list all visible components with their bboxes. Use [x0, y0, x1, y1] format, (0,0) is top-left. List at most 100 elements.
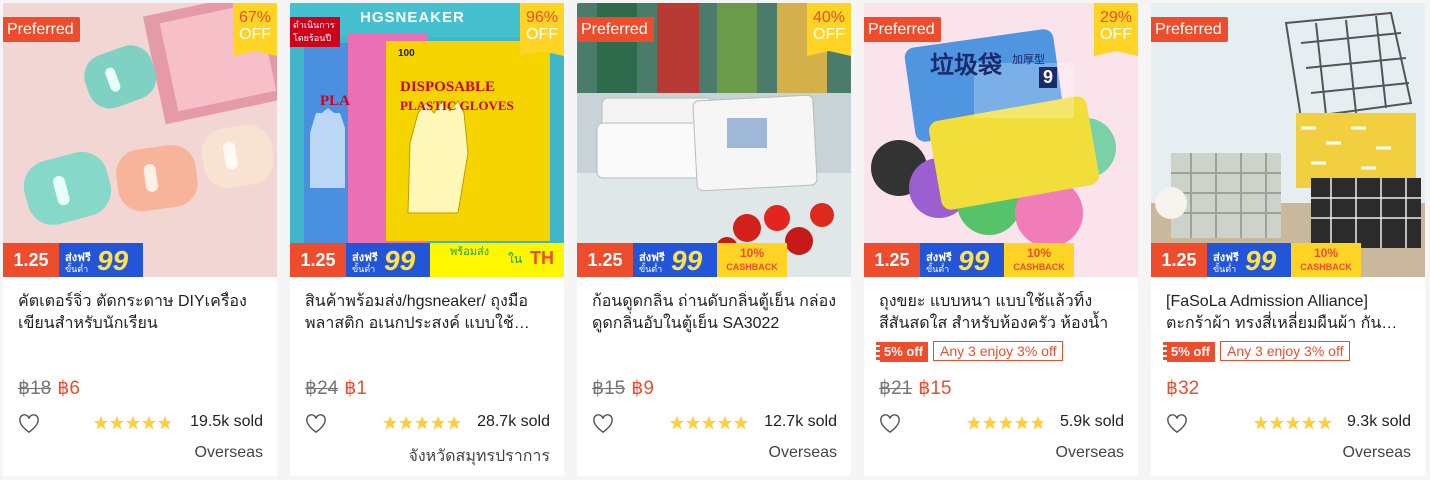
heart-icon[interactable]: [1166, 414, 1188, 434]
product-card[interactable]: Preferred 1.25 ส่งฟรี ขั้นต่ำ 99 10% CAS…: [1151, 3, 1425, 476]
ready-stock-country: TH: [530, 248, 554, 268]
star-icon: [383, 416, 397, 430]
price-current: ฿15: [918, 378, 952, 399]
star-rating: [94, 416, 172, 430]
campaign-banner: 1.25 ส่งฟรี ขั้นต่ำ 99 10% CASHBACK: [864, 241, 1138, 277]
star-icon: [1015, 416, 1029, 430]
shop-location: Overseas: [768, 444, 837, 461]
price-original: ฿18: [18, 378, 52, 399]
ready-stock-in-label: ใน: [508, 252, 523, 266]
discount-percent: 40%: [812, 9, 846, 26]
cashback-percent: 10%: [739, 246, 765, 260]
discount-promo-tag: 5% off: [1163, 342, 1215, 362]
price: ฿18 ฿6: [18, 377, 80, 401]
price: ฿15 ฿9: [592, 377, 654, 401]
free-shipping-badge: ส่งฟรี ขั้นต่ำ 99: [633, 243, 717, 277]
pack-title-1: DISPOSABLE: [400, 79, 496, 95]
discount-badge: 96% OFF: [520, 3, 564, 56]
star-icon: [967, 416, 981, 430]
product-card[interactable]: Preferred 40% OFF 1.25 ส่งฟรี ขั้นต่ำ 99…: [577, 3, 851, 476]
star-icon: [94, 416, 108, 430]
product-card[interactable]: Preferred 67% OFF 1.25 ส่งฟรี ขั้นต่ำ 99…: [3, 3, 277, 476]
free-shipping-badge: ส่งฟรี ขั้นต่ำ 99: [346, 243, 430, 277]
product-card[interactable]: 垃圾袋 加厚型 9 Preferred 29% OFF 1.25 ส่งฟรี …: [864, 3, 1138, 476]
sold-count: 28.7k sold: [477, 413, 550, 430]
product-image[interactable]: ดำเนินการโดยร้อนปี HGSNEAKER 100 PLA DIS…: [290, 3, 564, 277]
product-title[interactable]: ก้อนดูดกลิ่น ถ่านดับกลิ่นตู้เย็น กล่องดู…: [592, 291, 838, 335]
shipping-badge-amount: 99: [384, 245, 416, 276]
price-current: ฿6: [57, 378, 80, 399]
heart-icon[interactable]: [18, 414, 40, 434]
product-image[interactable]: Preferred 1.25 ส่งฟรี ขั้นต่ำ 99 10% CAS…: [1151, 3, 1425, 277]
star-icon: [1254, 416, 1268, 430]
cashback-label: CASHBACK: [726, 262, 778, 272]
pack-count: 100: [398, 48, 415, 59]
cashback-percent: 10%: [1313, 246, 1339, 260]
shop-location: จังหวัดสมุทรปราการ: [408, 448, 550, 465]
star-icon: [1286, 416, 1300, 430]
product-image[interactable]: Preferred 40% OFF 1.25 ส่งฟรี ขั้นต่ำ 99…: [577, 3, 851, 277]
campaign-date-badge: 1.25: [864, 243, 920, 277]
shipping-badge-amount: 99: [958, 245, 990, 276]
shipping-badge-amount: 99: [1245, 245, 1277, 276]
product-title[interactable]: คัตเตอร์จิ๋ว ตัดกระดาษ DIYเครื่องเขียนสำ…: [18, 291, 264, 335]
campaign-banner: 1.25 ส่งฟรี ขั้นต่ำ 99 พร้อมส่ง ใน TH: [290, 241, 564, 277]
product-image[interactable]: 垃圾袋 加厚型 9 Preferred 29% OFF 1.25 ส่งฟรี …: [864, 3, 1138, 277]
star-icon: [718, 416, 732, 430]
cashback-percent: 10%: [1026, 246, 1052, 260]
heart-icon[interactable]: [592, 414, 614, 434]
cashback-badge: 10% CASHBACK: [1291, 243, 1361, 277]
star-icon: [399, 416, 413, 430]
price: ฿24 ฿1: [305, 377, 367, 401]
heart-icon[interactable]: [879, 414, 901, 434]
mall-tag: ดำเนินการโดยร้อนปี: [290, 17, 340, 47]
star-icon: [415, 416, 429, 430]
campaign-banner: 1.25 ส่งฟรี ขั้นต่ำ 99 10% CASHBACK: [1151, 241, 1425, 277]
campaign-banner: 1.25 ส่งฟรี ขั้นต่ำ 99 10% CASHBACK: [577, 241, 851, 277]
star-icon: [686, 416, 700, 430]
star-icon: [999, 416, 1013, 430]
product-image[interactable]: Preferred 67% OFF 1.25 ส่งฟรี ขั้นต่ำ 99: [3, 3, 277, 277]
cashback-badge: 10% CASHBACK: [1004, 243, 1074, 277]
cashback-label: CASHBACK: [1013, 262, 1065, 272]
star-icon: [447, 416, 461, 430]
shop-location: Overseas: [1342, 444, 1411, 461]
preferred-badge: Preferred: [864, 17, 941, 42]
cashback-label: CASHBACK: [1300, 262, 1352, 272]
sold-count: 19.5k sold: [190, 413, 263, 430]
product-card[interactable]: ดำเนินการโดยร้อนปี HGSNEAKER 100 PLA DIS…: [290, 3, 564, 476]
price: ฿32: [1166, 377, 1199, 401]
heart-icon[interactable]: [305, 414, 327, 434]
preferred-badge: Preferred: [1151, 17, 1228, 42]
product-title[interactable]: ถุงขยะ แบบหนา แบบใช้แล้วทิ้ง สีสันสดใส ส…: [879, 291, 1125, 335]
campaign-date-badge: 1.25: [1151, 243, 1207, 277]
free-shipping-badge: ส่งฟรี ขั้นต่ำ 99: [920, 243, 1004, 277]
shipping-badge-amount: 99: [671, 245, 703, 276]
star-icon: [1031, 416, 1045, 430]
price: ฿21 ฿15: [879, 377, 951, 401]
bag-label-small: 加厚型: [1012, 54, 1045, 66]
discount-off-label: OFF: [813, 26, 845, 43]
star-icon: [983, 416, 997, 430]
shipping-badge-sub: ขั้นต่ำ: [1213, 264, 1237, 274]
shop-location: Overseas: [194, 444, 263, 461]
product-photo: [1151, 3, 1425, 277]
shop-location: Overseas: [1055, 444, 1124, 461]
star-icon: [670, 416, 684, 430]
sold-count: 9.3k sold: [1346, 413, 1411, 430]
star-icon: [431, 416, 445, 430]
discount-badge: 29% OFF: [1094, 3, 1138, 56]
product-title[interactable]: สินค้าพร้อมส่ง/hgsneaker/ ถุงมือพลาสติก …: [305, 291, 551, 335]
star-icon: [1302, 416, 1316, 430]
sold-count: 5.9k sold: [1059, 413, 1124, 430]
campaign-date-badge: 1.25: [3, 243, 59, 277]
price-original: ฿21: [879, 378, 913, 399]
product-title[interactable]: [FaSoLa Admission Alliance] ตะกร้าผ้า ทร…: [1166, 291, 1412, 335]
price-current: ฿32: [1166, 378, 1200, 399]
star-rating: [383, 416, 461, 430]
shipping-badge-sub: ขั้นต่ำ: [65, 264, 89, 274]
pack-partial-label: PLA: [320, 93, 350, 109]
price-current: ฿1: [344, 378, 367, 399]
shipping-badge-sub: ขั้นต่ำ: [639, 264, 663, 274]
free-shipping-badge: ส่งฟรี ขั้นต่ำ 99: [1207, 243, 1291, 277]
